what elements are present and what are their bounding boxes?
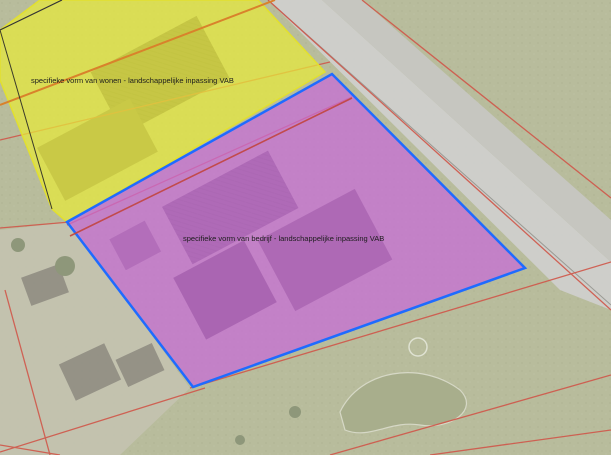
zone-label-wonen: specifieke vorm van wonen - landschappel… (31, 76, 234, 85)
map-viewport[interactable]: specifieke vorm van wonen - landschappel… (0, 0, 611, 455)
zone-label-bedrijf: specifieke vorm van bedrijf - landschapp… (183, 234, 385, 243)
aerial-map-canvas[interactable] (0, 0, 611, 455)
